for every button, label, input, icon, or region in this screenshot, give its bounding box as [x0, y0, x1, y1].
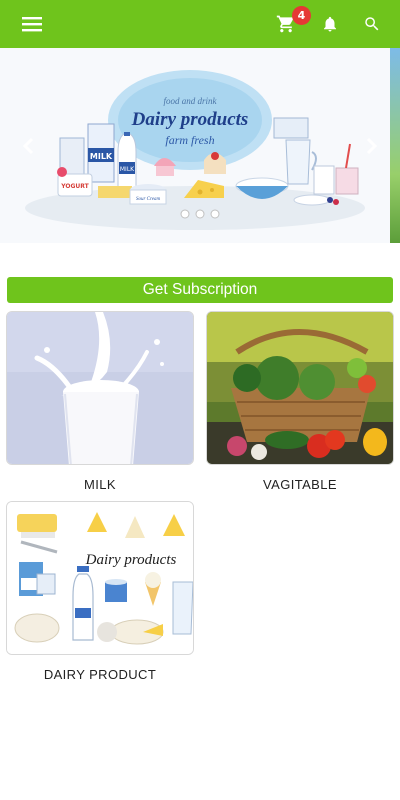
- product-name-dairy-product: DAIRY PRODUCT: [43, 667, 157, 682]
- banner-sub-heading: farm fresh: [165, 133, 214, 147]
- yogurt-label: YOGURT: [60, 183, 89, 190]
- banner-main-heading: Dairy products: [131, 109, 249, 130]
- dairy-product-image-heading: Dairy products: [85, 552, 177, 568]
- carton-label: MILK: [90, 152, 113, 161]
- dairy-product-image: Dairy products: [6, 501, 194, 655]
- menu-icon: [22, 17, 42, 32]
- product-name-milk: MILK: [84, 477, 116, 492]
- chevron-left-icon: [22, 137, 34, 155]
- dairy-products-illustration: food and drink Dairy products farm fresh…: [0, 48, 390, 243]
- search-button[interactable]: [352, 0, 392, 48]
- bottle-label: MILK: [120, 166, 135, 173]
- milk-image: [6, 311, 194, 465]
- app-bar: 4: [0, 0, 400, 48]
- banner-slide: food and drink Dairy products farm fresh…: [0, 48, 390, 243]
- promo-banner-carousel[interactable]: food and drink Dairy products farm fresh…: [0, 48, 400, 243]
- sour-cream-label: Sour Cream: [136, 197, 161, 202]
- product-name-vegetable: VAGITABLE: [263, 477, 337, 492]
- carousel-next-button[interactable]: [360, 132, 384, 160]
- cart-count-badge: 4: [292, 6, 311, 25]
- vegetable-image: [206, 311, 394, 465]
- banner-next-slide-peek: [390, 48, 400, 243]
- notifications-button[interactable]: [310, 0, 350, 48]
- banner-small-heading: food and drink: [164, 96, 218, 106]
- get-subscription-button[interactable]: Get Subscription: [7, 277, 393, 303]
- carousel-prev-button[interactable]: [16, 132, 40, 160]
- bell-icon: [324, 16, 336, 32]
- chevron-right-icon: [366, 137, 378, 155]
- menu-button[interactable]: [12, 0, 52, 48]
- search-icon: [365, 17, 379, 31]
